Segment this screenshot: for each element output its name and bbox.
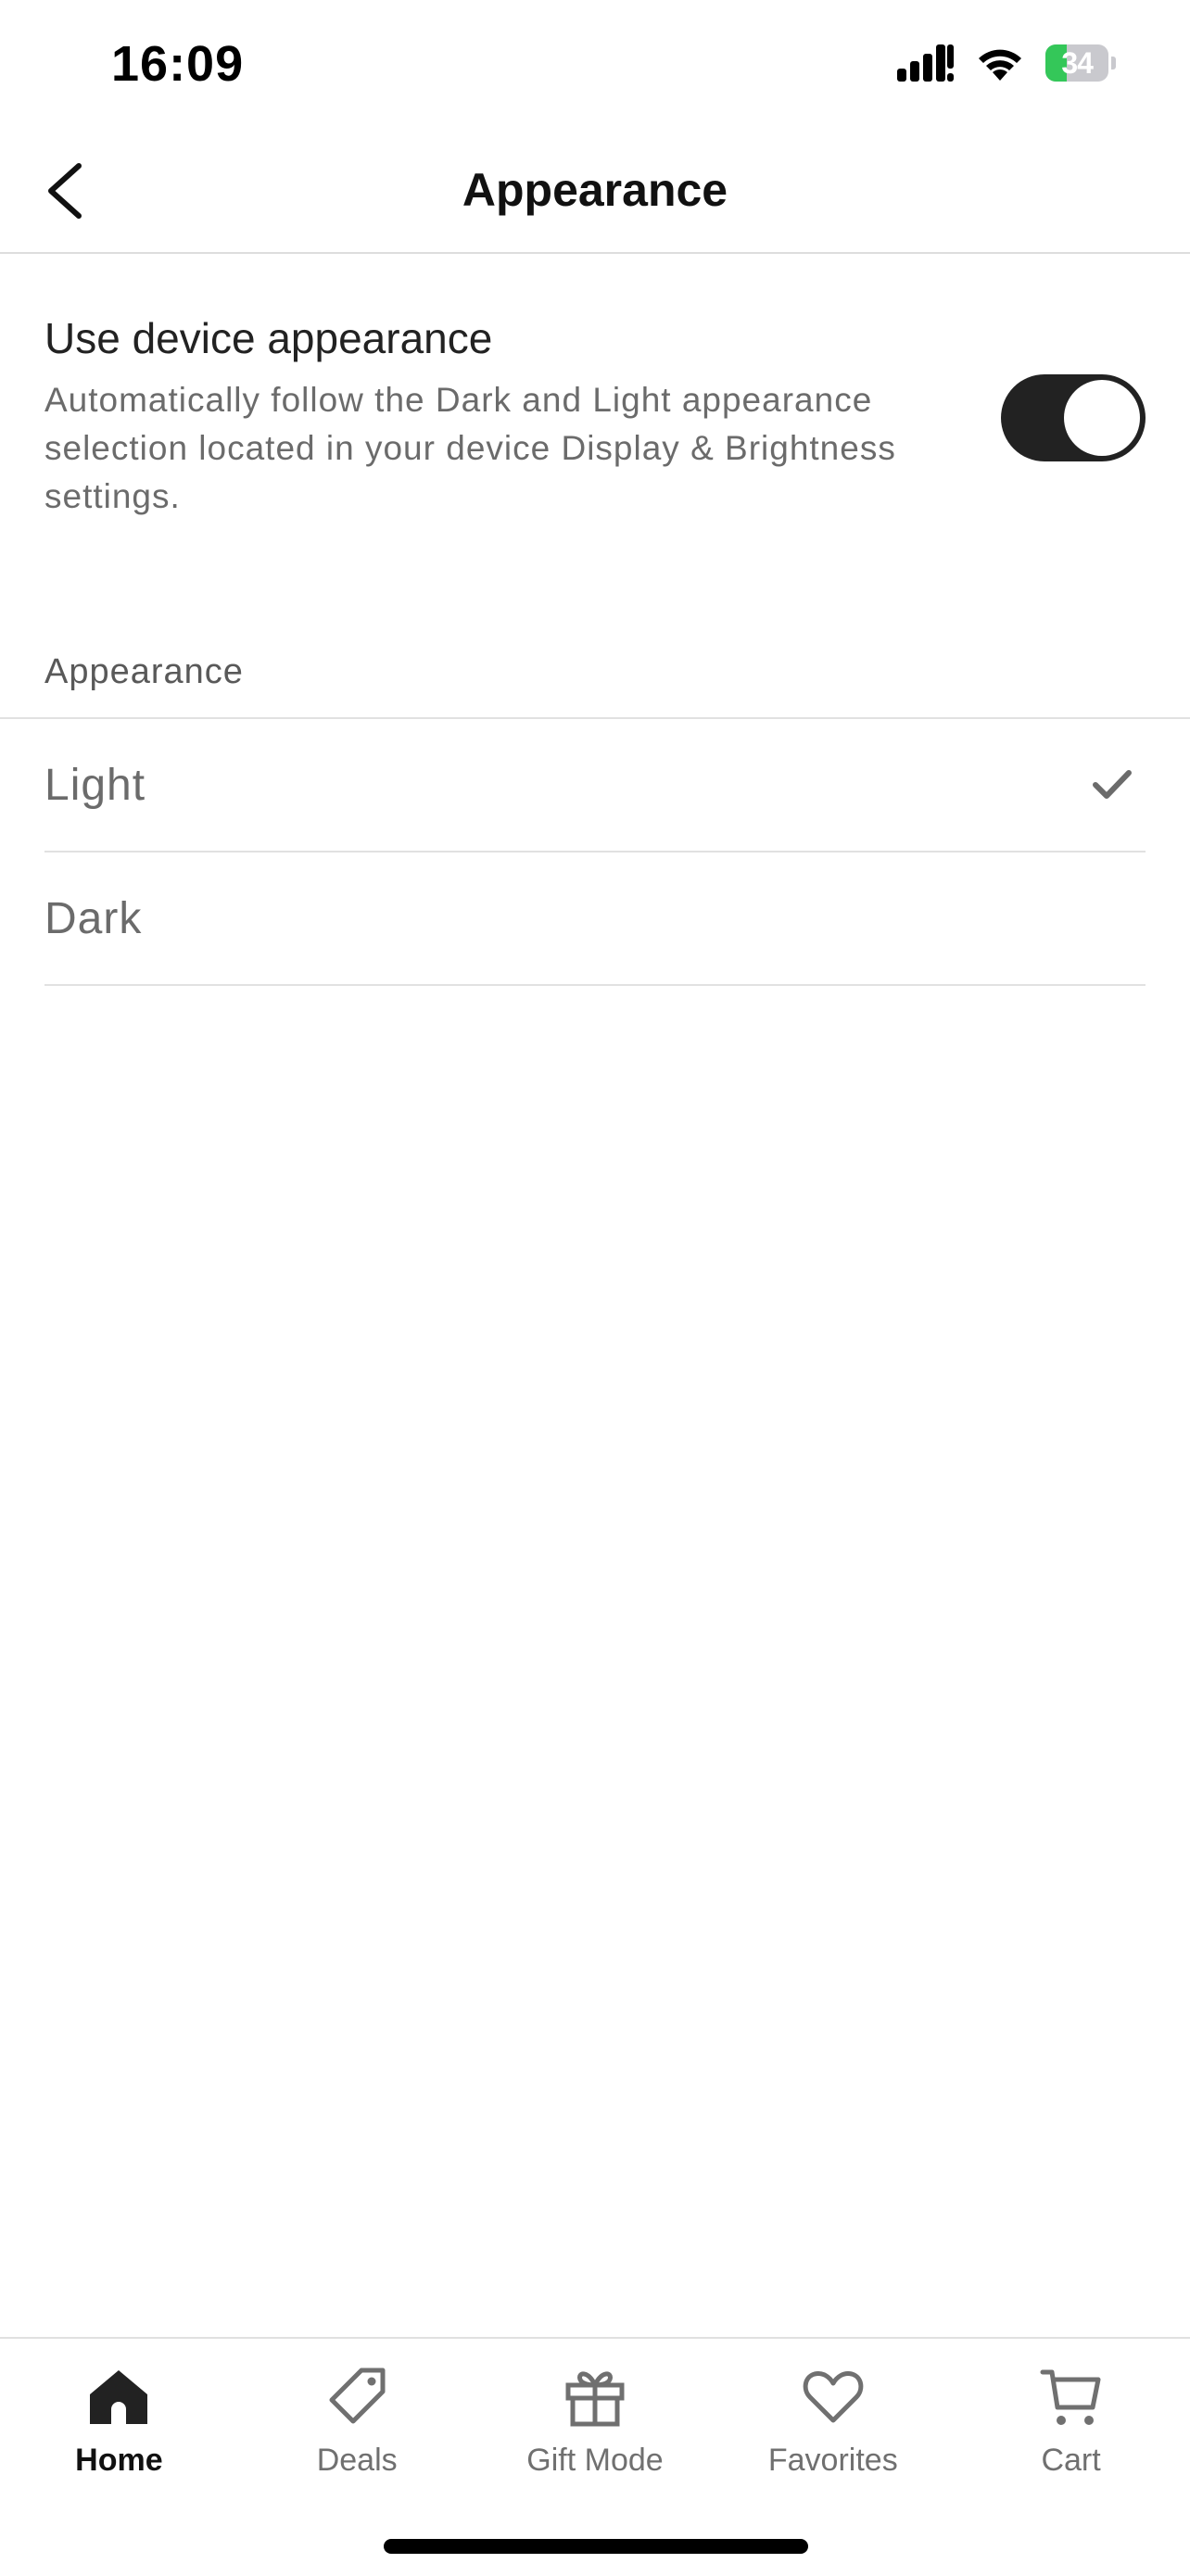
status-bar: 16:09 34 <box>0 0 1190 130</box>
tag-icon <box>329 2368 386 2424</box>
heart-icon <box>803 2371 864 2423</box>
tab-cart[interactable]: Cart <box>952 2339 1190 2506</box>
checkmark-icon <box>1093 770 1132 799</box>
wifi-icon <box>979 49 1021 81</box>
nav-header: Appearance <box>0 130 1190 254</box>
battery-indicator: 34 <box>1045 44 1116 82</box>
option-label: Light <box>44 760 146 810</box>
gift-icon <box>565 2371 625 2427</box>
battery-cap <box>1111 57 1116 69</box>
tab-home[interactable]: Home <box>0 2339 238 2506</box>
toggle-knob <box>1064 380 1140 456</box>
battery-percent: 34 <box>1061 45 1094 80</box>
cart-icon <box>1040 2369 1101 2425</box>
appearance-option-light[interactable]: Light <box>44 719 1146 852</box>
appearance-option-dark[interactable]: Dark <box>44 852 1146 986</box>
page-title: Appearance <box>462 164 728 216</box>
tab-deals[interactable]: Deals <box>238 2339 476 2506</box>
tab-label: Favorites <box>767 2443 898 2478</box>
status-time: 16:09 <box>111 36 245 92</box>
device-appearance-description: Automatically follow the Dark and Light … <box>44 381 896 515</box>
appearance-option-list: Light Dark <box>44 719 1146 986</box>
status-icons: 34 <box>897 43 1116 83</box>
tab-label: Cart <box>1041 2443 1101 2478</box>
home-icon <box>90 2370 148 2424</box>
cellular-signal-icon <box>897 44 954 82</box>
device-appearance-title: Use device appearance <box>44 314 493 362</box>
tab-gift-mode[interactable]: Gift Mode <box>476 2339 715 2506</box>
device-appearance-toggle[interactable] <box>1001 374 1146 461</box>
bottom-tab-bar: Home Deals Gift Mode Favorites Cart <box>0 2337 1190 2576</box>
appearance-section-label: Appearance <box>44 652 244 691</box>
home-indicator[interactable] <box>384 2539 808 2554</box>
option-label: Dark <box>44 893 143 943</box>
tab-label: Gift Mode <box>526 2443 664 2478</box>
battery-body: 34 <box>1045 44 1109 82</box>
tab-label: Deals <box>316 2443 398 2478</box>
tab-label: Home <box>75 2443 163 2478</box>
device-appearance-section: Use device appearance Automatically foll… <box>44 313 1146 521</box>
tab-favorites[interactable]: Favorites <box>714 2339 952 2506</box>
